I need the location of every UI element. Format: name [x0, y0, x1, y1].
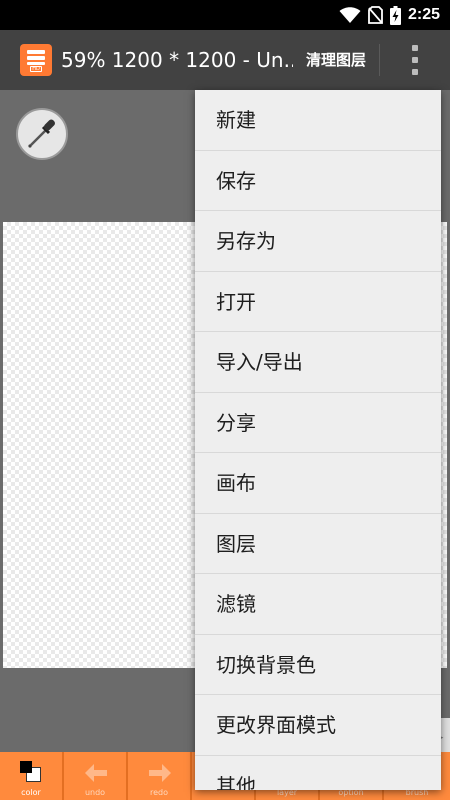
menu-item-canvas[interactable]: 画布 — [195, 453, 441, 514]
menu-item-filter[interactable]: 滤镜 — [195, 574, 441, 635]
status-bar: 2:25 — [0, 0, 450, 30]
arrow-left-icon — [85, 764, 107, 782]
overflow-dot — [412, 45, 418, 51]
undo-button[interactable]: undo — [64, 752, 128, 800]
overflow-dot — [412, 69, 418, 75]
eyedropper-button[interactable] — [16, 108, 68, 160]
menu-item-open[interactable]: 打开 — [195, 272, 441, 332]
overflow-dot — [412, 57, 418, 63]
foreground-color — [20, 761, 32, 773]
color-tool-button[interactable]: color — [0, 752, 64, 800]
overflow-menu: 新建 保存 另存为 打开 导入/导出 分享 画布 图层 滤镜 切换背景色 更改界… — [195, 90, 441, 790]
logo-bar — [27, 50, 45, 54]
menu-item-save[interactable]: 保存 — [195, 151, 441, 211]
status-icons: 2:25 — [339, 5, 440, 25]
color-swatch-icon — [19, 760, 43, 784]
menu-item-layer[interactable]: 图层 — [195, 514, 441, 574]
menu-item-new[interactable]: 新建 — [195, 90, 441, 151]
clear-layers-button[interactable]: 清理图层 — [306, 30, 366, 90]
menu-item-change-ui-mode[interactable]: 更改界面模式 — [195, 695, 441, 756]
tool-label: redo — [149, 788, 168, 797]
app-logo-icon[interactable]: HD — [20, 44, 52, 76]
no-sim-icon — [368, 6, 383, 24]
eyedropper-icon — [28, 119, 55, 148]
document-title: 59% 1200 * 1200 - Un... — [61, 48, 293, 72]
app-bar-divider — [379, 44, 380, 76]
menu-item-other[interactable]: 其他 — [195, 756, 441, 791]
wifi-icon — [339, 6, 361, 23]
menu-item-switch-background[interactable]: 切换背景色 — [195, 635, 441, 695]
battery-charging-icon — [389, 5, 401, 25]
logo-hd-badge: HD — [30, 66, 42, 72]
logo-bar — [27, 56, 45, 60]
status-time: 2:25 — [407, 6, 440, 23]
app-bar: HD 59% 1200 * 1200 - Un... 清理图层 — [0, 30, 450, 90]
tool-label: color — [21, 788, 41, 797]
logo-bar — [27, 62, 45, 65]
more-vertical-icon[interactable] — [404, 44, 426, 76]
menu-item-import-export[interactable]: 导入/导出 — [195, 332, 441, 393]
redo-button[interactable]: redo — [128, 752, 192, 800]
arrow-right-icon — [149, 764, 171, 782]
tool-label: undo — [84, 788, 106, 797]
menu-item-share[interactable]: 分享 — [195, 393, 441, 453]
menu-item-save-as[interactable]: 另存为 — [195, 211, 441, 272]
